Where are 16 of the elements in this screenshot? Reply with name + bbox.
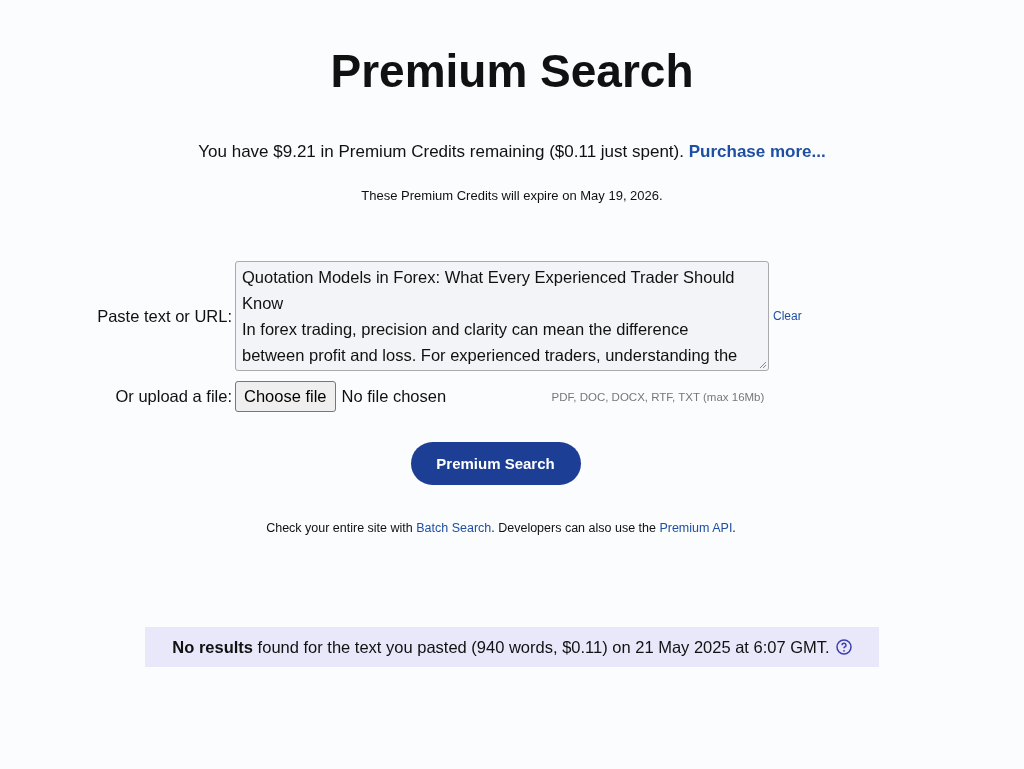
help-icon[interactable] — [835, 639, 852, 655]
paste-label: Paste text or URL: — [96, 306, 233, 326]
file-types-hint: PDF, DOC, DOCX, RTF, TXT (max 16Mb) — [551, 390, 765, 403]
search-button[interactable]: Premium Search — [410, 442, 581, 485]
text-field[interactable]: Quotation Models in Forex: What Every Experienced Trader Should Know In forex trading, precision and clarity can mean the difference between profit and loss. For experienced traders, understanding the — [235, 261, 769, 371]
choose-file-button[interactable]: Choose file — [235, 381, 336, 412]
result-text: No results found for the text you pasted (940 words, $0.11) on 21 May 2025 at 6:07 GMT. — [172, 637, 830, 657]
batch-note: Check your entire site with Batch Search. Developers can also use the Premium API. — [266, 521, 737, 535]
credits-text: You have $9.21 in Premium Credits remaining ($0.11 just spent). — [198, 142, 684, 161]
file-status: No file chosen — [341, 387, 448, 406]
purchase-link[interactable]: Purchase more... — [688, 142, 826, 161]
clear-link[interactable]: Clear — [773, 309, 802, 323]
upload-label: Or upload a file: — [114, 387, 233, 406]
page-title: Premium Search — [330, 44, 694, 98]
expiry-note: These Premium Credits will expire on May 19, 2026. — [361, 188, 663, 203]
resize-handle-icon[interactable] — [759, 361, 767, 369]
